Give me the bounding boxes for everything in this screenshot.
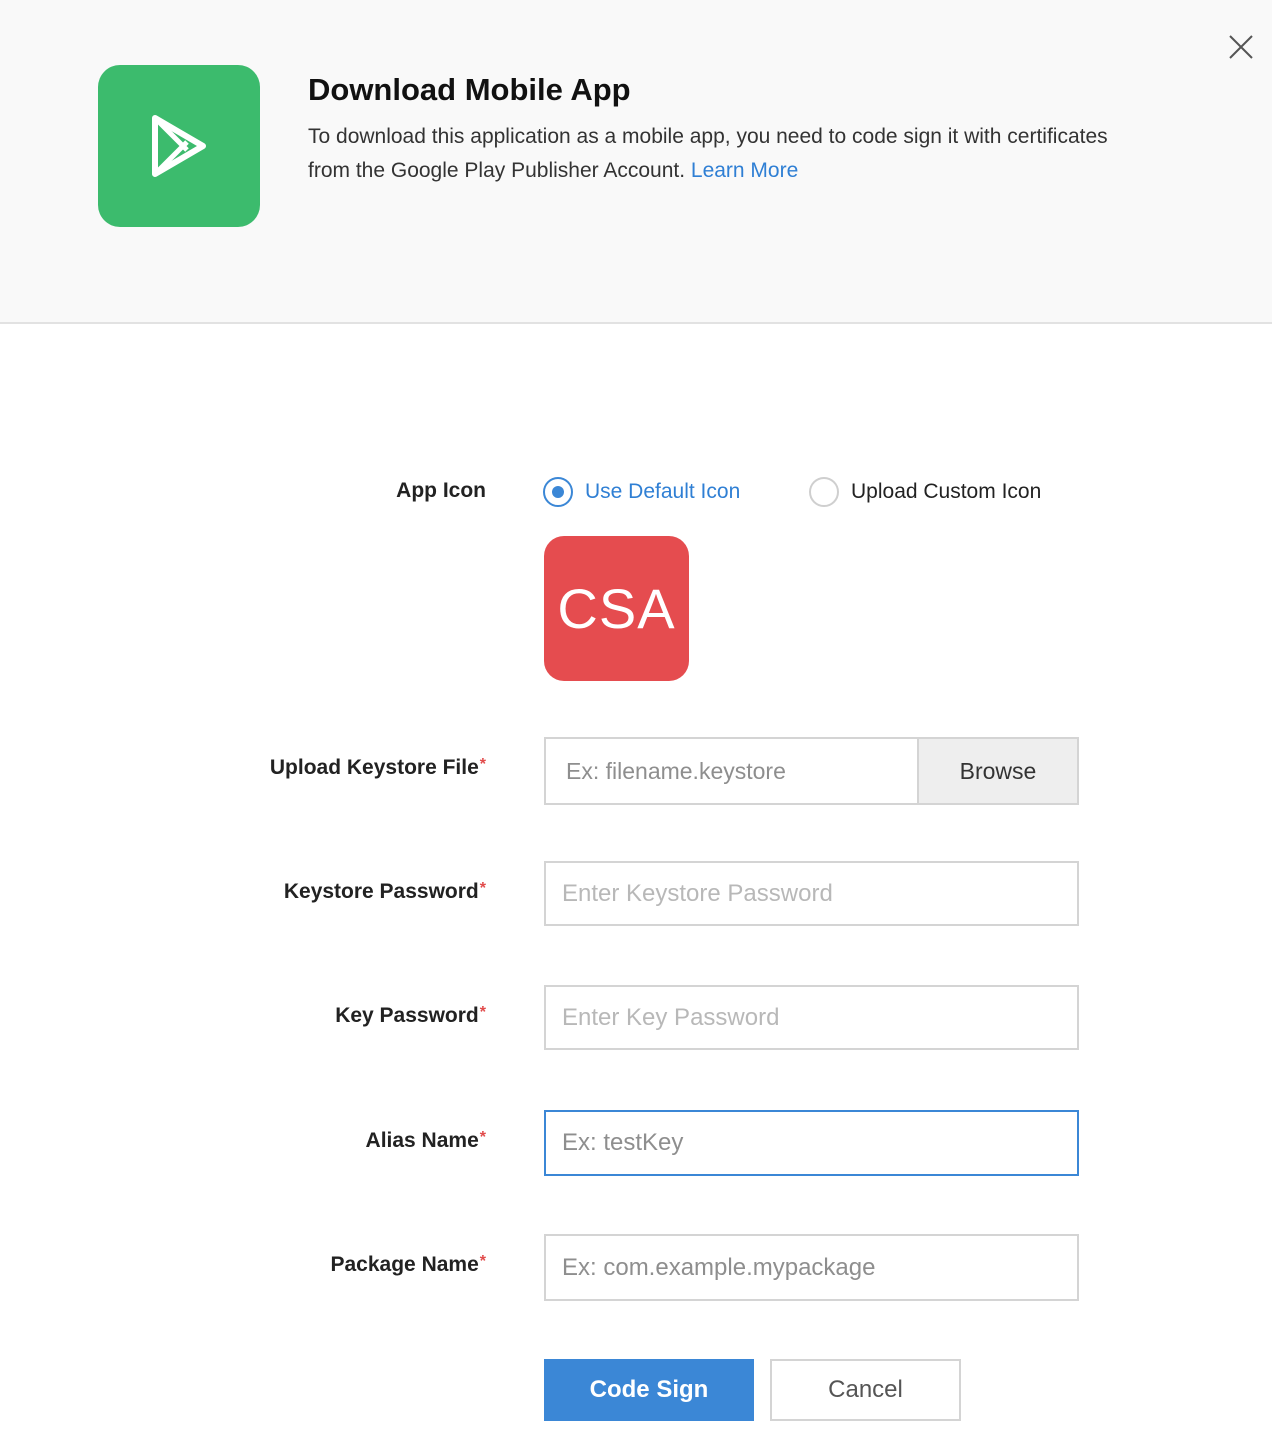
radio-label-default: Use Default Icon: [585, 480, 741, 503]
keystore-file-picker: Ex: filename.keystore Browse: [544, 737, 1079, 805]
dialog-header: Download Mobile App To download this app…: [0, 0, 1272, 324]
alias-name-label-text: Alias Name: [365, 1129, 479, 1152]
keystore-password-field[interactable]: [544, 861, 1079, 926]
key-password-field[interactable]: [544, 985, 1079, 1050]
dialog-description: To download this application as a mobile…: [308, 120, 1108, 188]
required-mark: *: [479, 1004, 486, 1021]
package-name-label-text: Package Name: [330, 1253, 479, 1276]
close-button[interactable]: [1222, 28, 1260, 66]
radio-circle: [809, 477, 839, 507]
dialog-title: Download Mobile App: [308, 72, 631, 107]
radio-label-custom: Upload Custom Icon: [851, 480, 1042, 503]
radio-upload-custom-icon[interactable]: Upload Custom Icon: [809, 477, 1041, 507]
code-sign-button[interactable]: Code Sign: [544, 1359, 754, 1421]
alias-name-label: Alias Name*: [366, 1129, 486, 1153]
google-play-icon: [152, 115, 206, 177]
required-mark: *: [479, 1129, 486, 1146]
alias-name-field[interactable]: [544, 1110, 1079, 1176]
radio-circle: [543, 477, 573, 507]
required-mark: *: [479, 880, 486, 897]
required-mark: *: [479, 756, 486, 773]
app-icon-label: App Icon: [396, 479, 486, 502]
cancel-button[interactable]: Cancel: [770, 1359, 961, 1421]
google-play-logo: [98, 65, 260, 227]
key-password-label-text: Key Password: [335, 1004, 479, 1027]
key-password-label: Key Password*: [335, 1004, 486, 1028]
radio-use-default-icon[interactable]: Use Default Icon: [543, 477, 740, 507]
default-app-icon-preview: CSA: [544, 536, 689, 681]
package-name-field[interactable]: [544, 1234, 1079, 1301]
keystore-password-label: Keystore Password*: [284, 880, 486, 904]
keystore-file-label: Upload Keystore File*: [270, 756, 486, 780]
keystore-password-label-text: Keystore Password: [283, 880, 479, 903]
close-icon: [1229, 35, 1253, 59]
required-mark: *: [479, 1253, 486, 1270]
keystore-file-input[interactable]: Ex: filename.keystore: [544, 737, 918, 805]
keystore-file-label-text: Upload Keystore File: [269, 756, 479, 779]
learn-more-link[interactable]: Learn More: [691, 159, 798, 182]
package-name-label: Package Name*: [331, 1253, 487, 1277]
browse-button[interactable]: Browse: [917, 737, 1079, 805]
